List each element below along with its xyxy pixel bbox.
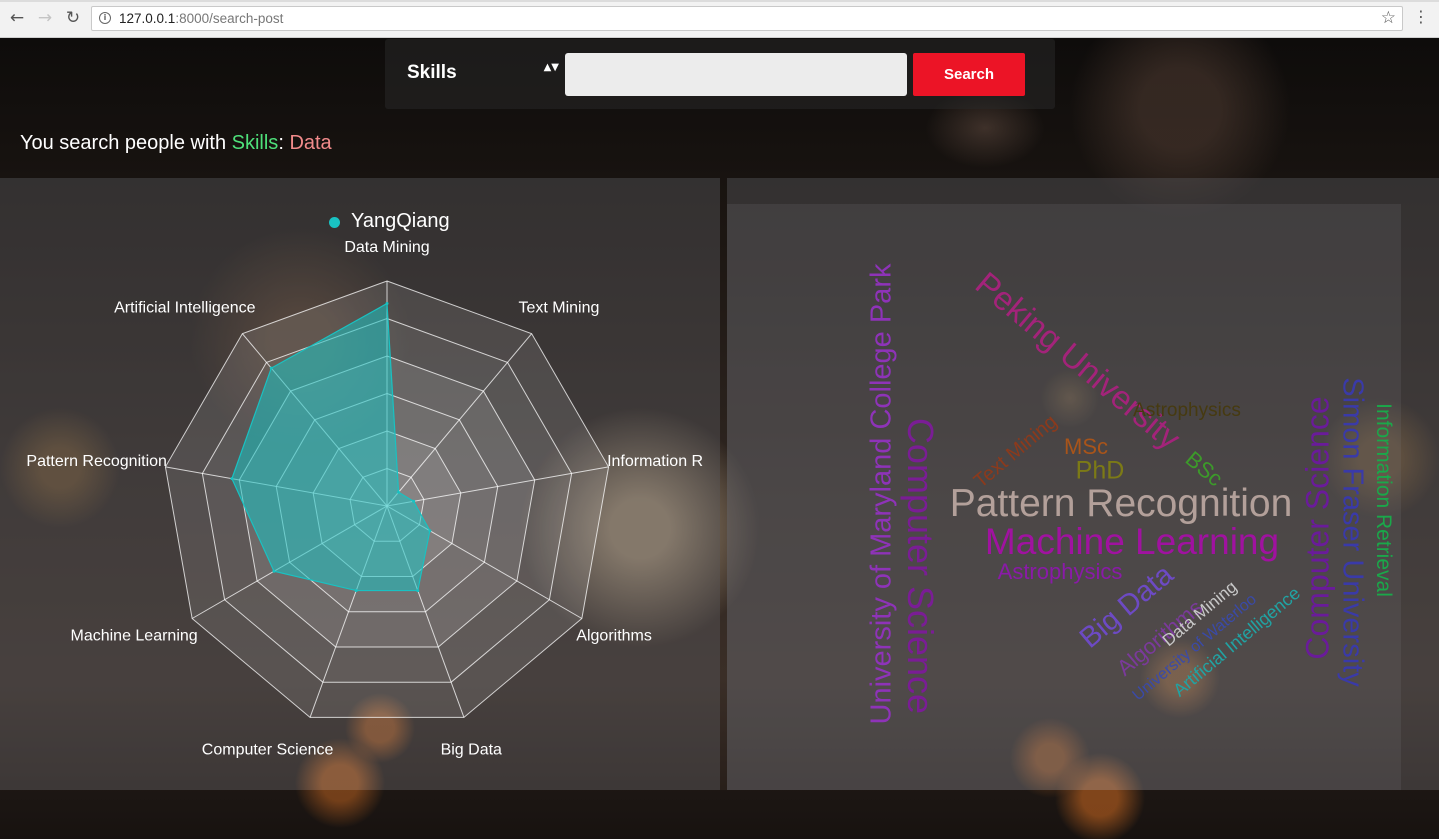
radar-data-point[interactable]	[385, 302, 389, 305]
summary-category: Skills	[231, 132, 279, 154]
word-cloud-area: University of Maryland College Park Comp…	[727, 204, 1401, 790]
reload-icon[interactable]: ↻	[61, 6, 85, 30]
radar-axis-label: Algorithms	[576, 628, 652, 645]
radar-data-point[interactable]	[272, 569, 276, 573]
summary-prefix: You search people with	[20, 132, 232, 154]
tab-strip	[0, 0, 1439, 2]
url-text[interactable]: 127.0.0.1:8000/search-post	[119, 11, 283, 26]
search-button[interactable]: Search	[913, 53, 1025, 96]
bookmark-star-icon[interactable]: ☆	[1381, 8, 1396, 28]
address-bar[interactable]: i 127.0.0.1:8000/search-post ☆	[91, 6, 1403, 31]
browser-menu-icon[interactable]: ⋮	[1413, 7, 1429, 27]
info-icon[interactable]: i	[99, 12, 111, 24]
search-input[interactable]	[565, 53, 907, 96]
page-background: Skills ▲▼ Search You search people with …	[0, 38, 1439, 839]
radar-chart-panel: YangQiang Data Mining Text Mining Informat…	[0, 178, 720, 790]
footer-strip	[0, 790, 1439, 839]
radar-chart: Data Mining Text Mining Information R Algor…	[26, 239, 703, 758]
url-path: :8000/search-post	[175, 11, 284, 26]
radar-axis-label: Pattern Recognition	[26, 453, 167, 470]
radar-data-point[interactable]	[428, 529, 432, 533]
radar-axis-label: Artificial Intelligence	[114, 300, 256, 317]
search-bar: Skills ▲▼ Search	[385, 39, 1055, 109]
radar-axis-label: Information R	[607, 453, 703, 470]
search-category-select[interactable]: Skills ▲▼	[407, 53, 559, 97]
forward-arrow-icon[interactable]: →	[33, 6, 57, 30]
search-summary: You search people with Skills: Data	[20, 132, 332, 155]
radar-data-point[interactable]	[416, 589, 420, 593]
radar-axis-label: Machine Learning	[70, 628, 197, 645]
summary-separator: :	[278, 132, 290, 154]
select-arrows-icon: ▲▼	[543, 62, 559, 73]
radar-data-point[interactable]	[397, 490, 401, 494]
radar-data-point[interactable]	[269, 366, 273, 370]
browser-toolbar: ← → ↻ i 127.0.0.1:8000/search-post ☆ ⋮	[0, 0, 1439, 38]
radar-axis-label: Text Mining	[518, 300, 599, 317]
radar-data-point[interactable]	[412, 499, 416, 503]
back-arrow-icon[interactable]: ←	[5, 6, 29, 30]
summary-query: Data	[289, 132, 332, 154]
search-category-value: Skills	[407, 62, 457, 83]
radar-axis-label: Data Mining	[344, 239, 429, 256]
radar-data-point[interactable]	[230, 477, 234, 481]
word-cloud-panel: University of Maryland College Park Comp…	[727, 178, 1439, 790]
url-host: 127.0.0.1	[119, 11, 176, 26]
radar-axis-label: Big Data	[441, 741, 502, 758]
radar-data-point[interactable]	[354, 589, 358, 593]
radar-axis-label: Computer Science	[202, 741, 334, 758]
